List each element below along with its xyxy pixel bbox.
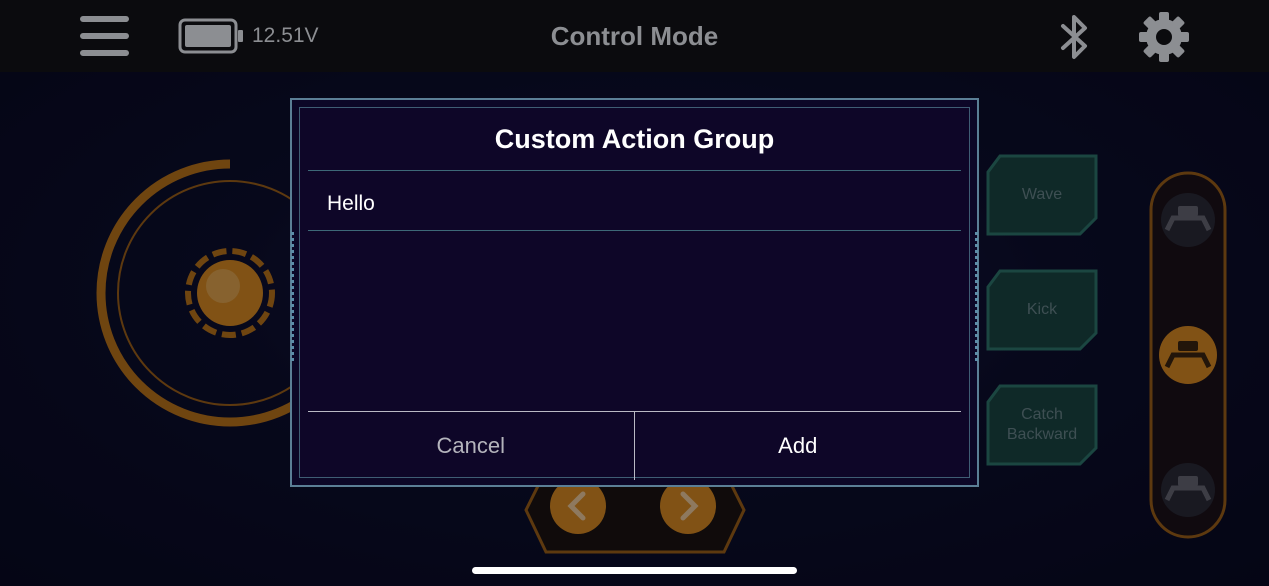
dialog-body: Custom Action Group Cancel Add: [291, 107, 978, 480]
home-indicator[interactable]: [472, 567, 797, 574]
dialog-button-row: Cancel Add: [308, 411, 961, 480]
dialog-title: Custom Action Group: [494, 124, 775, 154]
gear-icon[interactable]: [1137, 10, 1191, 64]
divider: [308, 230, 961, 231]
custom-action-group-dialog: Custom Action Group Cancel Add: [290, 98, 979, 487]
dotted-border-right: [975, 232, 978, 362]
bluetooth-icon[interactable]: [1058, 12, 1092, 62]
divider: [308, 170, 961, 171]
action-name-input[interactable]: [308, 178, 961, 230]
dotted-border-left: [291, 232, 294, 362]
add-button[interactable]: Add: [635, 412, 962, 480]
top-bar: 12.51V Control Mode: [0, 0, 1269, 72]
cancel-button[interactable]: Cancel: [308, 412, 635, 480]
